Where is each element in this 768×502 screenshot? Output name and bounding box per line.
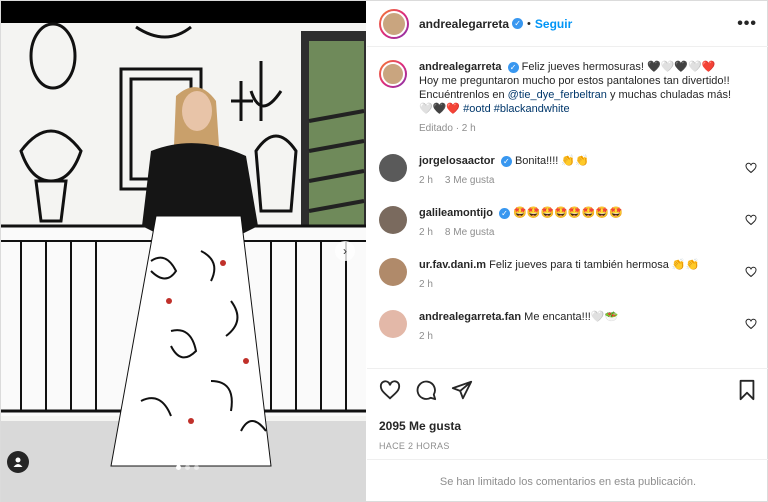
comment-meta: 2 h xyxy=(419,278,739,292)
avatar[interactable] xyxy=(379,310,407,338)
post-photo[interactable]: › xyxy=(1,1,366,502)
likes-count[interactable]: 2095 Me gusta xyxy=(379,419,757,433)
comments-list[interactable]: andrealegarreta ✓ Feliz jueves hermosura… xyxy=(367,48,768,368)
comment-text: Bonita!!!! 👏👏 xyxy=(514,155,589,167)
carousel-dot xyxy=(194,465,199,470)
verified-badge-icon: ✓ xyxy=(507,61,519,73)
post-header: andrealegarreta ✓ • Seguir ••• xyxy=(367,1,768,47)
carousel-dot xyxy=(176,465,181,470)
comment-body: ur.fav.dani.m Feliz jueves para ti tambi… xyxy=(419,258,739,292)
avatar[interactable] xyxy=(379,60,407,88)
bookmark-icon[interactable] xyxy=(737,379,757,401)
avatar[interactable] xyxy=(379,8,409,39)
next-photo-button[interactable]: › xyxy=(335,241,355,261)
comment-meta: 2 h xyxy=(419,330,739,344)
comment-bubble-icon[interactable] xyxy=(415,379,437,401)
follow-button[interactable]: Seguir xyxy=(535,17,572,31)
comment-time[interactable]: 2 h xyxy=(419,227,433,238)
comment-likes[interactable]: 8 Me gusta xyxy=(445,227,494,238)
comment-likes[interactable]: 3 Me gusta xyxy=(445,175,494,186)
comment-item: galileamontijo ✓ 🤩🤩🤩🤩🤩🤩🤩🤩 2 h 8 Me gusta xyxy=(379,206,757,240)
post-side-panel: andrealegarreta ✓ • Seguir ••• andrealeg… xyxy=(367,1,768,502)
comment-username[interactable]: andrealegarreta.fan xyxy=(419,311,521,323)
caption-username[interactable]: andrealegarreta xyxy=(419,61,502,73)
post-timestamp: HACE 2 HORAS xyxy=(379,441,450,451)
post-actions: 2095 Me gusta HACE 2 HORAS xyxy=(367,368,768,451)
photo-illustration xyxy=(1,1,366,502)
share-plane-icon[interactable] xyxy=(451,379,473,401)
comment-text: Feliz jueves para ti también hermosa 👏👏 xyxy=(489,259,700,271)
separator-dot: • xyxy=(527,17,531,30)
comment-item: ur.fav.dani.m Feliz jueves para ti tambi… xyxy=(379,258,757,292)
hashtag-link[interactable]: #blackandwhite xyxy=(494,103,570,115)
comment-body: jorgelosaactor ✓ Bonita!!!! 👏👏 2 h 3 Me g… xyxy=(419,154,739,188)
comment-time[interactable]: 2 h xyxy=(419,331,433,342)
comment-username[interactable]: jorgelosaactor xyxy=(419,155,495,167)
comment-body: galileamontijo ✓ 🤩🤩🤩🤩🤩🤩🤩🤩 2 h 8 Me gusta xyxy=(419,206,739,240)
comments-limited-notice: Se han limitado los comentarios en esta … xyxy=(367,459,768,502)
comment-item: jorgelosaactor ✓ Bonita!!!! 👏👏 2 h 3 Me g… xyxy=(379,154,757,188)
caption-text: Feliz jueves hermosuras! 🖤🤍🖤🤍❤️ xyxy=(521,61,716,73)
heart-icon[interactable] xyxy=(745,318,757,330)
more-options-icon[interactable]: ••• xyxy=(737,15,757,33)
tagged-users-button[interactable] xyxy=(7,451,29,473)
caption: andrealegarreta ✓ Feliz jueves hermosura… xyxy=(379,60,757,136)
verified-badge-icon: ✓ xyxy=(500,155,512,167)
verified-badge-icon: ✓ xyxy=(499,207,511,219)
comment-username[interactable]: ur.fav.dani.m xyxy=(419,259,486,271)
comment-username[interactable]: galileamontijo xyxy=(419,207,493,219)
carousel-dots xyxy=(176,465,199,470)
avatar[interactable] xyxy=(379,154,407,182)
comment-text: 🤩🤩🤩🤩🤩🤩🤩🤩 xyxy=(513,207,623,219)
heart-icon[interactable] xyxy=(745,266,757,278)
user-icon xyxy=(13,457,23,467)
caption-body: andrealegarreta ✓ Feliz jueves hermosura… xyxy=(419,60,739,136)
comment-body: andrealegarreta.fan Me encanta!!!🤍🥗 2 h xyxy=(419,310,739,344)
post-username[interactable]: andrealegarreta xyxy=(419,17,509,31)
verified-badge-icon: ✓ xyxy=(512,18,524,29)
heart-icon[interactable] xyxy=(745,162,757,174)
hashtag-link[interactable]: #ootd xyxy=(463,103,491,115)
avatar[interactable] xyxy=(379,206,407,234)
comment-item: andrealegarreta.fan Me encanta!!!🤍🥗 2 h xyxy=(379,310,757,344)
instagram-post-window: › andrealegarreta ✓ • Seguir ••• andreal… xyxy=(0,0,768,502)
caption-meta: Editado · 2 h xyxy=(419,123,476,134)
avatar[interactable] xyxy=(379,258,407,286)
heart-icon[interactable] xyxy=(745,214,757,226)
comment-meta: 2 h 8 Me gusta xyxy=(419,226,739,240)
mention-link[interactable]: @tie_dye_ferbeltran xyxy=(508,89,607,101)
comment-time[interactable]: 2 h xyxy=(419,279,433,290)
comment-text: Me encanta!!!🤍🥗 xyxy=(524,311,619,323)
comment-time[interactable]: 2 h xyxy=(419,175,433,186)
carousel-dot xyxy=(185,465,190,470)
comment-meta: 2 h 3 Me gusta xyxy=(419,174,739,188)
action-bar xyxy=(379,379,757,401)
like-heart-icon[interactable] xyxy=(379,379,401,401)
